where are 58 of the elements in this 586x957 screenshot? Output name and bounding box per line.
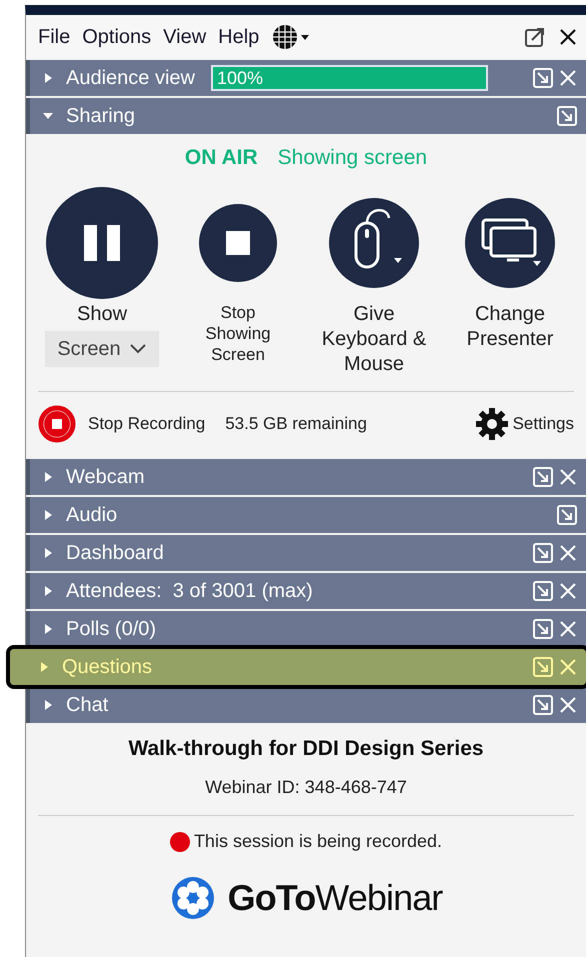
meter-reading: 100%: [216, 68, 264, 88]
panel-header[interactable]: Audio: [26, 496, 586, 532]
panel-title: Dashboard: [66, 540, 164, 566]
panel-title: Attendees: 3 of 3001 (max): [66, 578, 313, 604]
presenter-button[interactable]: [465, 198, 555, 288]
panel-title: Polls (0/0): [66, 616, 156, 642]
globe-icon[interactable]: [271, 22, 312, 50]
panel-header[interactable]: Dashboard: [26, 534, 586, 570]
popout-icon[interactable]: [524, 26, 546, 48]
storage-remaining: 53.5 GB remaining: [225, 413, 367, 436]
caret-right-icon[interactable]: [42, 698, 54, 712]
stop-recording-label[interactable]: Stop Recording: [88, 411, 206, 437]
on-air-status: ON AIR: [184, 145, 258, 171]
caret-right-icon[interactable]: [42, 508, 54, 522]
product-logo: GoToWebinar: [228, 876, 442, 920]
caret-right-icon[interactable]: [42, 584, 54, 598]
panel-header[interactable]: Polls (0/0): [26, 610, 586, 646]
panel-header[interactable]: Questions: [10, 648, 586, 684]
panel-header[interactable]: Chat: [26, 686, 586, 722]
caret-right-icon[interactable]: [42, 470, 54, 484]
pause-button[interactable]: [46, 186, 158, 298]
chevron-down-icon: [128, 342, 147, 354]
menu-item[interactable]: File: [34, 22, 74, 52]
menu-item[interactable]: Options: [78, 22, 156, 52]
caret-right-icon[interactable]: [38, 660, 50, 674]
action-label: Show: [76, 302, 128, 326]
panel-header[interactable]: Sharing: [26, 98, 586, 134]
recording-notice: This session is being recorded.: [194, 830, 442, 853]
panel-header[interactable]: Audience view 100%: [26, 60, 586, 96]
action-label: Stop Showing Screen: [204, 302, 272, 366]
close-icon[interactable]: [558, 26, 578, 46]
panel-header[interactable]: Attendees: 3 of 3001 (max): [26, 572, 586, 608]
recording-dot-icon: [170, 832, 190, 852]
settings-label[interactable]: Settings: [512, 411, 574, 437]
webinar-id: Webinar ID: 348-468-747: [205, 776, 407, 799]
webinar-title: Walk-through for DDI Design Series: [128, 736, 484, 762]
panel-title: Audience view: [66, 66, 195, 91]
sharing-activity: Showing screen: [278, 145, 428, 171]
caret-right-icon[interactable]: [42, 622, 54, 636]
caret-right-icon[interactable]: [42, 546, 54, 560]
caret-right-icon[interactable]: [42, 71, 54, 85]
share-source-dropdown[interactable]: Screen: [45, 330, 159, 366]
panel-title: Questions: [62, 654, 152, 680]
panel-header[interactable]: Webcam: [26, 458, 586, 494]
panel-title: Sharing: [66, 104, 135, 129]
menu-item[interactable]: Help: [214, 22, 264, 52]
panel-title: Webcam: [66, 464, 145, 490]
menu-item[interactable]: View: [159, 22, 210, 52]
flower-logo-icon: [170, 875, 216, 921]
undock-icon[interactable]: [532, 656, 554, 678]
stop-recording-icon[interactable]: [38, 405, 76, 443]
panel-title: Audio: [66, 502, 118, 528]
action-label: Give Keyboard & Mouse: [320, 302, 428, 376]
mouse-button[interactable]: [329, 198, 419, 288]
settings-icon[interactable]: [474, 407, 509, 441]
action-label: Change Presenter: [466, 302, 554, 352]
stop-button[interactable]: [199, 204, 277, 282]
panel-title: Chat: [66, 692, 108, 718]
